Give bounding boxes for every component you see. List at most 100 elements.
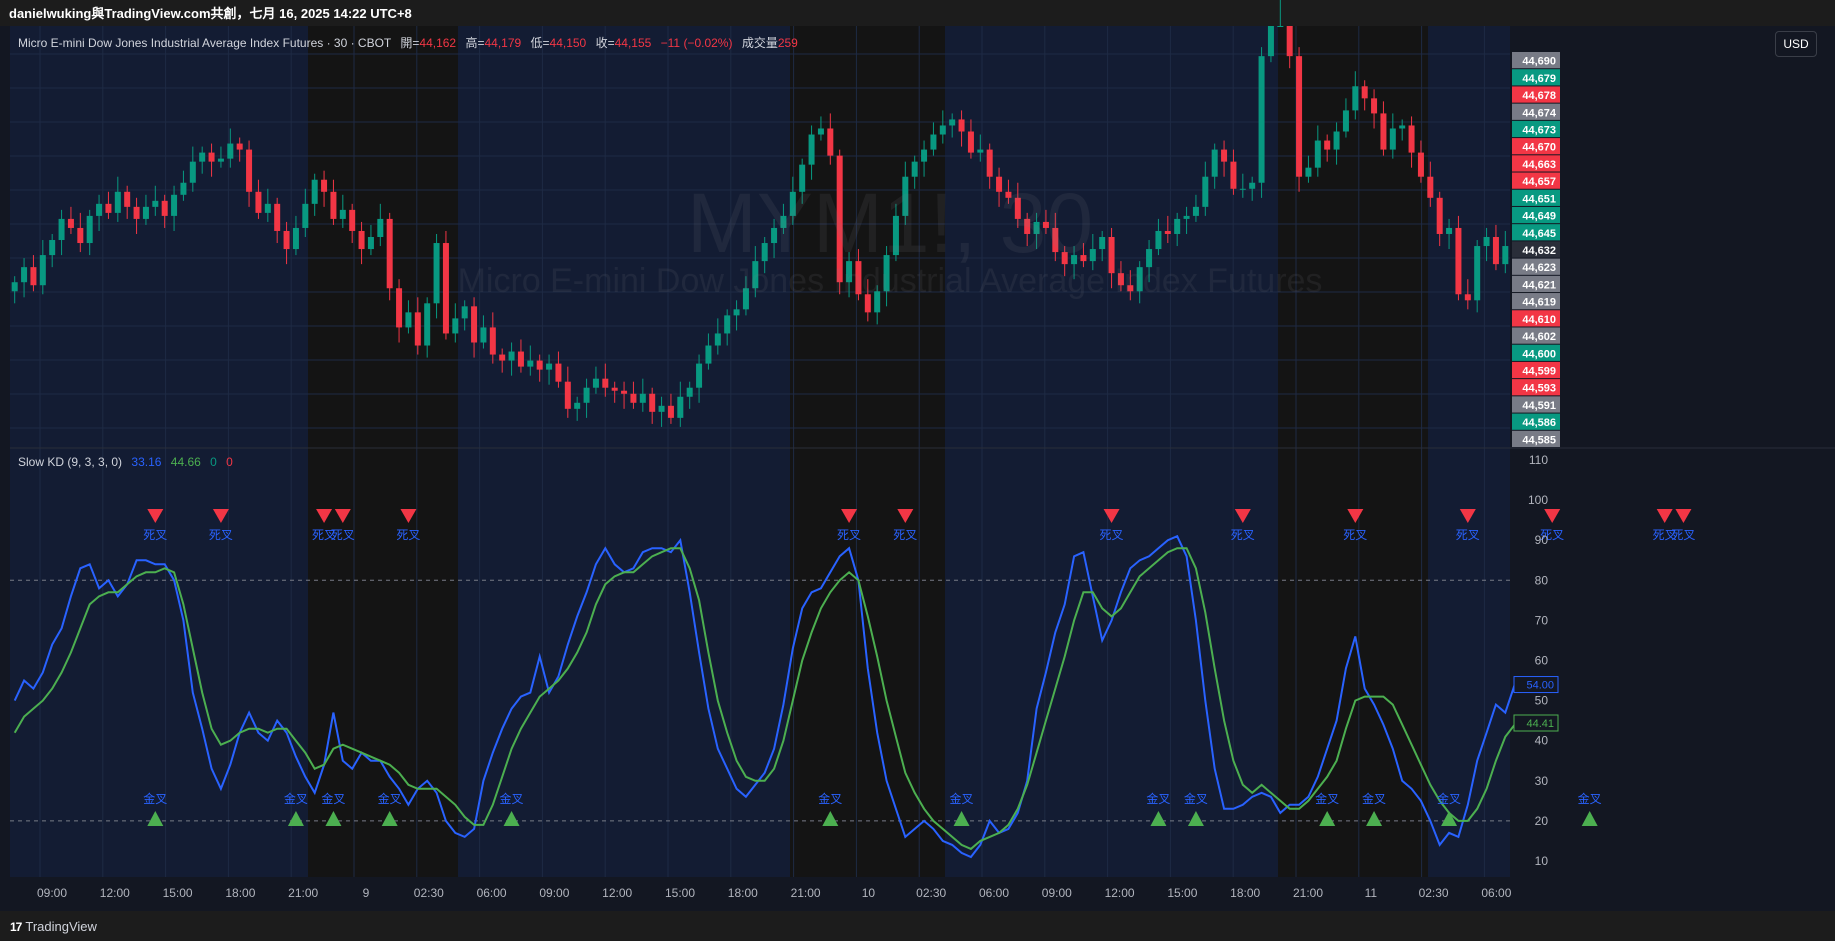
price-tag-text: 44,690	[1522, 56, 1556, 68]
price-axis-label: 44,585	[1512, 430, 1560, 447]
candle-body	[339, 209, 346, 219]
candle-body	[152, 200, 159, 207]
close-label: 收=	[595, 36, 615, 50]
candle-body	[377, 218, 384, 237]
price-axis-label: 44,591	[1512, 396, 1560, 413]
time-axis-label: 21:00	[791, 886, 821, 900]
death-cross-label: 死叉	[209, 528, 233, 542]
chart-canvas[interactable]: 死叉 死叉 死叉死叉 死叉 死叉 死叉 死叉 死叉 死叉 死叉 死叉 死叉死叉金叉 金叉 金叉 金叉 金叉 金叉…	[0, 0, 1835, 941]
time-axis-label: 12:00	[1105, 886, 1135, 900]
watermark-symbol: MYM1!, 30	[686, 176, 1094, 270]
candle-body	[649, 393, 656, 412]
candle-body	[602, 378, 609, 388]
candle-body	[358, 230, 365, 250]
golden-cross-label: 金叉	[1315, 791, 1339, 806]
candle-body	[349, 209, 356, 231]
candle-body	[311, 179, 318, 204]
candle-body	[546, 363, 553, 370]
left-margin	[0, 26, 10, 911]
death-cross-label: 死叉	[143, 528, 167, 542]
candle-body	[1342, 110, 1349, 132]
price-tag-text: 44,645	[1522, 228, 1556, 240]
tradingview-brand[interactable]: 17 TradingView	[10, 919, 97, 934]
candle	[1455, 215, 1462, 301]
candle-body	[714, 333, 721, 346]
candle-body	[96, 203, 103, 216]
candle-body	[658, 405, 665, 412]
death-cross-label: 死叉	[396, 528, 420, 542]
candle-body	[527, 360, 534, 367]
candle-body	[592, 378, 599, 388]
candle-body	[677, 396, 684, 418]
candle-body	[255, 191, 262, 213]
candle-body	[977, 149, 984, 153]
candle-body	[1277, 26, 1284, 27]
price-axis-label: 44,623	[1512, 258, 1560, 275]
kd-title[interactable]: Slow KD (9, 3, 3, 0)	[18, 455, 122, 469]
candle-body	[124, 191, 131, 207]
time-axis-label: 02:30	[1419, 886, 1449, 900]
price-tag-text: 44,651	[1522, 193, 1556, 205]
candle-body	[1389, 128, 1396, 150]
high-label: 高=	[465, 36, 485, 50]
golden-cross-label: 金叉	[284, 791, 308, 806]
time-axis-label: 06:00	[979, 886, 1009, 900]
price-axis-label: 44,586	[1512, 413, 1560, 430]
symbol-title[interactable]: Micro E-mini Dow Jones Industrial Averag…	[18, 36, 391, 50]
golden-cross-label: 金叉	[1184, 791, 1208, 806]
candle-body	[142, 206, 149, 219]
golden-cross-label: 金叉	[1362, 791, 1386, 806]
currency-button[interactable]: USD	[1775, 31, 1817, 57]
candle-body	[630, 393, 637, 403]
candle-body	[39, 255, 46, 286]
kd-last-tag-text: 44.41	[1526, 718, 1554, 730]
candle-body	[639, 393, 646, 403]
time-axis-label: 18:00	[225, 886, 255, 900]
candle-body	[133, 206, 140, 219]
candle-body	[967, 131, 974, 153]
price-tag-text: 44,600	[1522, 348, 1556, 360]
death-cross-label: 死叉	[331, 528, 355, 542]
time-axis-label: 11	[1365, 886, 1378, 900]
price-tag-text: 44,673	[1522, 124, 1556, 136]
candle-body	[217, 158, 224, 162]
candle-body	[1417, 152, 1424, 177]
kd-axis-label: 100	[1528, 493, 1548, 507]
time-axis-label: 06:00	[1481, 886, 1511, 900]
golden-cross-label: 金叉	[818, 791, 842, 806]
price-tag-text: 44,679	[1522, 73, 1556, 85]
candle-body	[1399, 125, 1406, 129]
price-tag-text: 44,678	[1522, 90, 1556, 102]
price-axis-label: 44,673	[1512, 120, 1560, 138]
death-cross-label: 死叉	[1671, 528, 1695, 542]
time-axis-label: 09:00	[1042, 886, 1072, 900]
candle-body	[330, 191, 337, 219]
candle-body	[283, 230, 290, 250]
price-axis-label: 44,593	[1512, 379, 1560, 396]
time-axis-label: 15:00	[1167, 886, 1197, 900]
candle-body	[817, 128, 824, 135]
price-tag-text: 44,599	[1522, 366, 1556, 378]
price-axis-label: 44,645	[1512, 224, 1560, 241]
price-tag-text: 44,670	[1522, 142, 1556, 154]
death-cross-label: 死叉	[1231, 528, 1255, 542]
candle-body	[1380, 113, 1387, 150]
golden-cross-label: 金叉	[1578, 791, 1602, 806]
death-cross-label: 死叉	[837, 528, 861, 542]
price-tag-text: 44,593	[1522, 383, 1556, 395]
off-session-band	[308, 26, 458, 877]
price-tag-text: 44,586	[1522, 417, 1556, 429]
golden-cross-label: 金叉	[950, 791, 974, 806]
candle-body	[724, 315, 731, 334]
price-tag-text: 44,649	[1522, 211, 1556, 223]
candle-body	[555, 363, 562, 382]
candle-body	[1446, 227, 1453, 234]
candle-body	[264, 203, 271, 213]
candle-body	[696, 363, 703, 388]
kd-axis-label: 110	[1529, 453, 1548, 467]
candle-body	[517, 351, 524, 367]
time-axis-label: 15:00	[665, 886, 695, 900]
open-label: 開=	[400, 36, 420, 50]
candle-body	[1436, 197, 1443, 234]
price-tag-text: 44,632	[1522, 245, 1556, 257]
